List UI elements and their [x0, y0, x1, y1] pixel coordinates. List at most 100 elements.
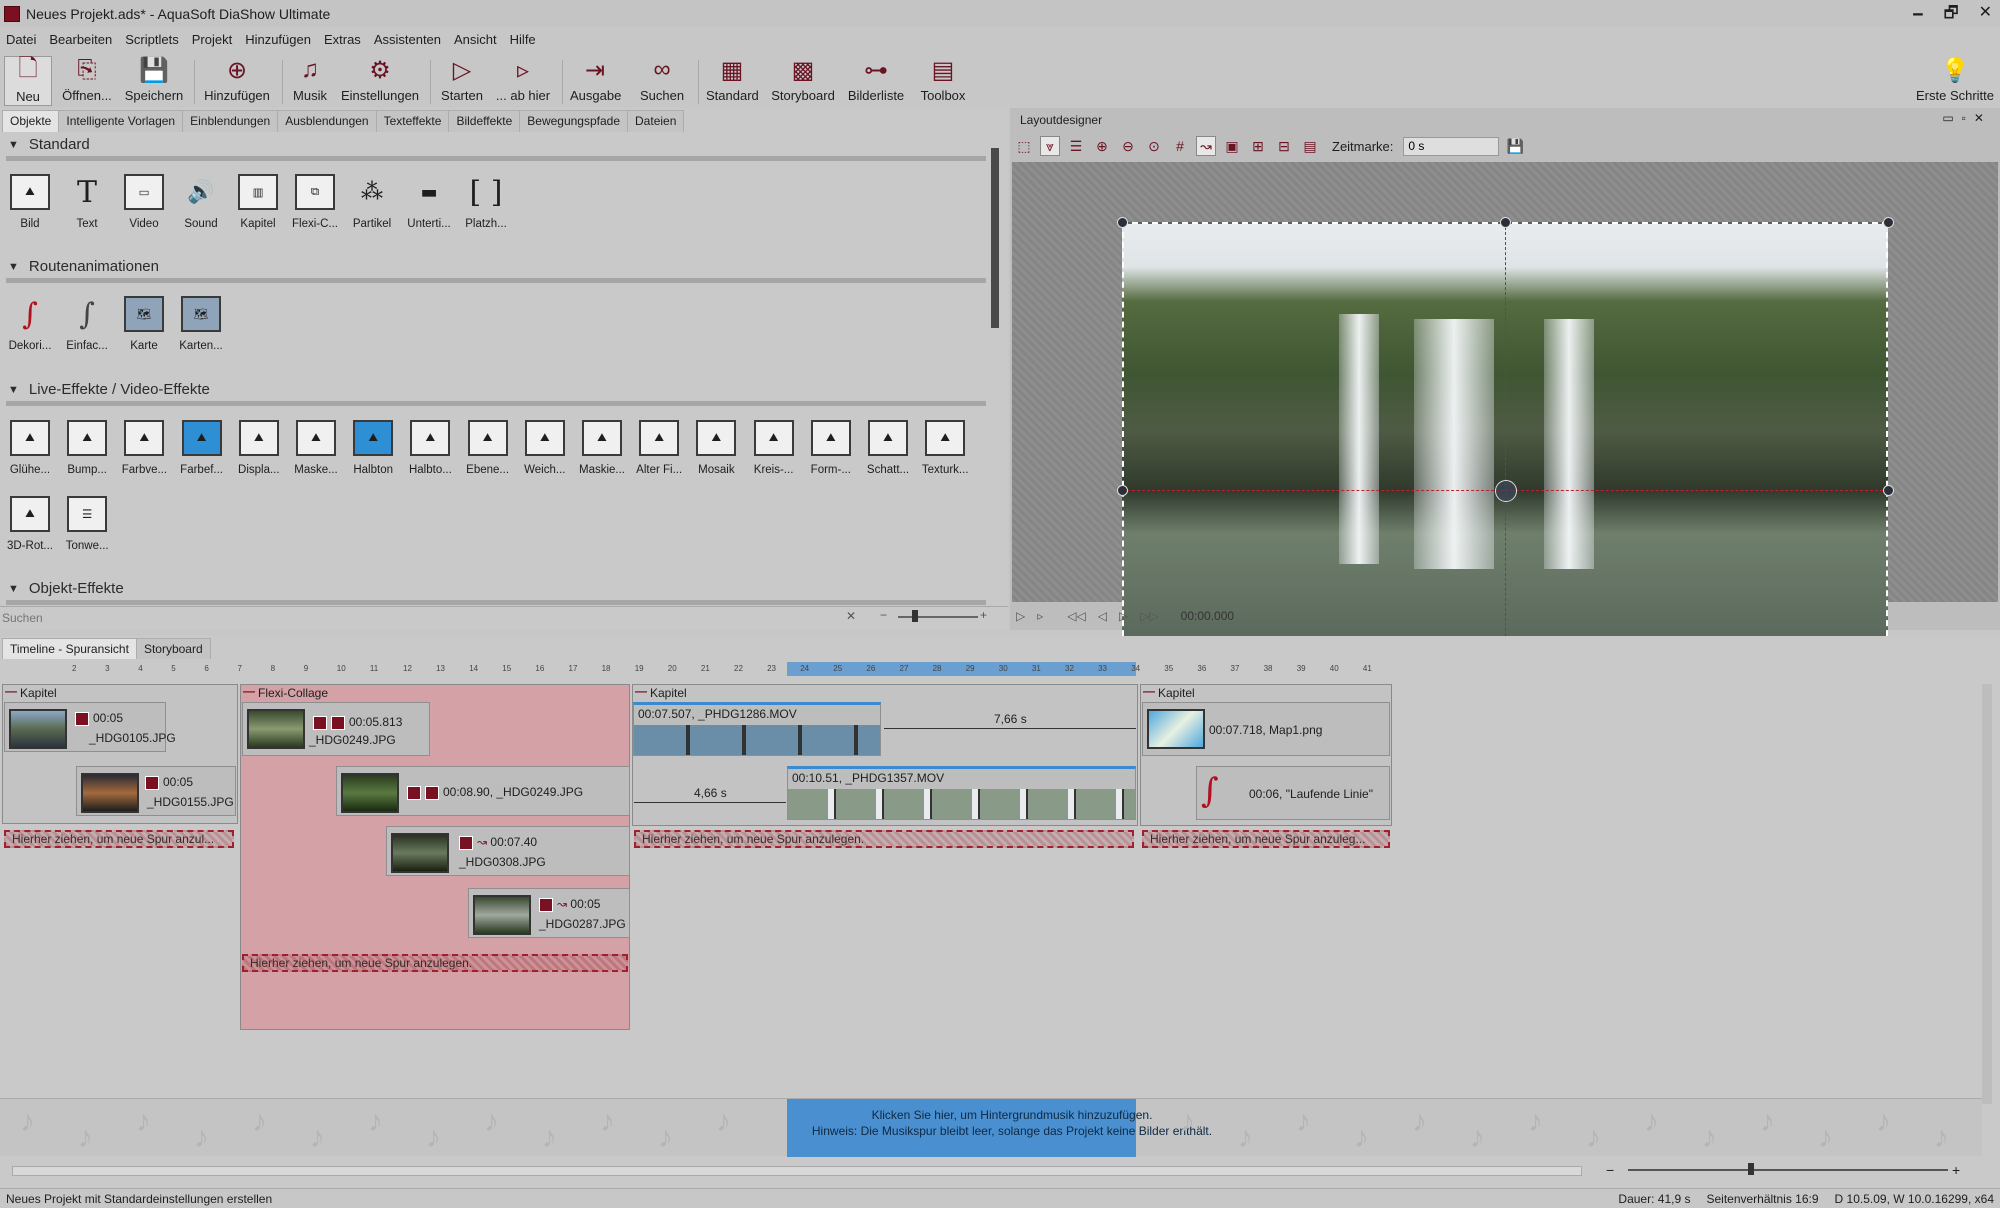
live-effect-item[interactable]: ⛰ Maske...: [288, 420, 344, 476]
new-track-dropzone[interactable]: Hierher ziehen, um neue Spur anzuleg...: [1142, 830, 1390, 848]
menu-hilfe[interactable]: Hilfe: [510, 32, 536, 47]
live-effect-item[interactable]: ☰ Tonwe...: [59, 496, 115, 552]
einstellungen-button[interactable]: ⚙ Einstellungen: [340, 56, 420, 106]
live-effect-item[interactable]: ⛰ Glühe...: [2, 420, 58, 476]
path-tool-icon[interactable]: ↝: [1196, 136, 1216, 156]
timeline-clip[interactable]: ↝ 00:05 _HDG0287.JPG: [468, 888, 630, 938]
timeline-clip[interactable]: 00:05 _HDG0155.JPG: [76, 766, 236, 816]
align-icon[interactable]: ▤: [1300, 136, 1320, 156]
panel-window-controls-icon[interactable]: ▭▫✕: [1942, 111, 1992, 125]
starten-button[interactable]: ▷ Starten: [438, 56, 486, 106]
menu-datei[interactable]: Datei: [6, 32, 36, 47]
live-effect-item[interactable]: ⛰ Halbton: [345, 420, 401, 476]
menu-projekt[interactable]: Projekt: [192, 32, 232, 47]
timeline-zoom-in-icon[interactable]: +: [1952, 1162, 1960, 1178]
tab-storyboard[interactable]: Storyboard: [135, 638, 211, 659]
menu-scriptlets[interactable]: Scriptlets: [125, 32, 178, 47]
chapter-header[interactable]: Kapitel: [632, 684, 687, 700]
hinzufuegen-button[interactable]: ⊕ Hinzufügen: [202, 56, 272, 106]
timeline-clip[interactable]: 00:05.813 _HDG0249.JPG: [242, 702, 430, 756]
zoom-fit-icon[interactable]: ⊙: [1144, 136, 1164, 156]
music-hint[interactable]: Klicken Sie hier, um Hintergrundmusik hi…: [787, 1107, 1237, 1139]
resize-handle[interactable]: [1117, 485, 1128, 496]
play-icon[interactable]: ▷: [1016, 609, 1025, 623]
time-ruler[interactable]: 2 3 4 5 6 7 8 9 10 11 12 13 14 15 16 17 18 19 20 21 22 23 24 25…: [0, 662, 1980, 676]
object-partikel[interactable]: ⁂ Partikel: [344, 174, 400, 231]
section-routen[interactable]: ▼ Routenanimationen: [8, 258, 159, 275]
center-handle[interactable]: [1495, 480, 1517, 502]
tab-bewegungspfade[interactable]: Bewegungspfade: [519, 110, 629, 132]
chapter-header[interactable]: Kapitel: [1140, 684, 1195, 700]
object-platzhalter[interactable]: [ ] Platzh...: [458, 174, 514, 231]
timeline-clip[interactable]: 00:08.90, _HDG0249.JPG: [336, 766, 630, 816]
select-tool-icon[interactable]: ⬚: [1014, 136, 1034, 156]
video-clip[interactable]: 00:07.507, _PHDG1286.MOV: [633, 702, 881, 756]
resize-handle[interactable]: [1117, 217, 1128, 228]
live-effect-item[interactable]: ⛰ Schatt...: [860, 420, 916, 476]
live-effect-item[interactable]: ⛰ Farbve...: [116, 420, 172, 476]
live-effect-item[interactable]: ⛰ Displa...: [231, 420, 287, 476]
oeffnen-button[interactable]: ⎘ Öffnen...: [60, 56, 114, 106]
section-live-effekte[interactable]: ▼ Live-Effekte / Video-Effekte: [8, 381, 210, 398]
clear-search-icon[interactable]: ✕: [846, 609, 856, 623]
live-effect-item[interactable]: ⛰ Alter Fi...: [631, 420, 687, 476]
zoom-in-icon[interactable]: +: [980, 608, 987, 622]
live-effect-item[interactable]: ⛰ Kreis-...: [746, 420, 802, 476]
zoom-in-icon[interactable]: ⊕: [1092, 136, 1112, 156]
ausgabe-button[interactable]: ⇥ Ausgabe: [570, 56, 621, 106]
step-forward-icon[interactable]: ▷: [1119, 609, 1128, 623]
objects-scrollbar[interactable]: [990, 148, 1000, 608]
fast-forward-icon[interactable]: ▷▷: [1140, 609, 1158, 623]
timeline-zoom-out-icon[interactable]: −: [1606, 1162, 1614, 1178]
timeline-clip[interactable]: ∫ 00:06, "Laufende Linie": [1196, 766, 1390, 820]
snap-tool-icon[interactable]: ⩔: [1040, 136, 1060, 156]
camera-icon[interactable]: ▣: [1222, 136, 1242, 156]
zoom-out-icon[interactable]: ⊖: [1118, 136, 1138, 156]
maximize-button[interactable]: 🗗: [1944, 2, 1959, 29]
chapter-header[interactable]: Kapitel: [2, 684, 57, 700]
object-dekoriert[interactable]: ∫ Dekori...: [2, 296, 58, 353]
collage-header[interactable]: Flexi-Collage: [240, 684, 328, 700]
speichern-button[interactable]: 💾 Speichern: [124, 56, 184, 106]
live-effect-item[interactable]: ⛰ Weich...: [517, 420, 573, 476]
tab-einblendungen[interactable]: Einblendungen: [182, 110, 279, 132]
toolbox-view-button[interactable]: ▤ Toolbox: [916, 56, 970, 106]
timeline-clip[interactable]: 00:05 _HDG0105.JPG: [4, 702, 176, 752]
play-from-here-icon[interactable]: ▹: [1037, 609, 1043, 623]
timeline-zoom-slider[interactable]: [1628, 1169, 1948, 1171]
grid-icon[interactable]: #: [1170, 136, 1190, 156]
object-text[interactable]: T Text: [59, 174, 115, 231]
zoom-out-icon[interactable]: −: [880, 608, 887, 622]
musik-button[interactable]: ♫ Musik: [290, 56, 330, 106]
save-keyframe-icon[interactable]: 💾: [1505, 136, 1525, 156]
storyboard-view-button[interactable]: ▩ Storyboard: [770, 56, 836, 106]
standard-view-button[interactable]: ▦ Standard: [706, 56, 759, 106]
menu-assistenten[interactable]: Assistenten: [374, 32, 441, 47]
object-flexi-collage[interactable]: ⧉ Flexi-C...: [287, 174, 343, 230]
abhier-button[interactable]: ▹ ... ab hier: [494, 56, 552, 106]
suchen-button[interactable]: ∞ Suchen: [638, 56, 686, 106]
zeitmarke-input[interactable]: [1403, 136, 1500, 156]
object-sound[interactable]: 🔊 Sound: [173, 174, 229, 231]
step-back-icon[interactable]: ◁: [1098, 609, 1107, 623]
tab-objekte[interactable]: Objekte: [2, 110, 60, 132]
tab-bildeffekte[interactable]: Bildeffekte: [448, 110, 521, 132]
live-effect-item[interactable]: ⛰ 3D-Rot...: [2, 496, 58, 552]
live-effect-item[interactable]: ⛰ Texturk...: [917, 420, 973, 476]
object-einfach[interactable]: ∫ Einfac...: [59, 296, 115, 353]
object-kartenroute[interactable]: 🗺 Karten...: [173, 296, 229, 352]
search-input[interactable]: [2, 609, 860, 626]
section-objekt-effekte[interactable]: ▼ Objekt-Effekte: [8, 580, 124, 597]
object-video[interactable]: ▭ Video: [116, 174, 172, 230]
menu-hinzufuegen[interactable]: Hinzufügen: [245, 32, 311, 47]
resize-handle[interactable]: [1500, 217, 1511, 228]
icon-size-slider[interactable]: [898, 616, 978, 618]
neu-button[interactable]: 🗋 Neu: [4, 55, 52, 106]
remove-keyframe-icon[interactable]: ⊟: [1274, 136, 1294, 156]
section-standard[interactable]: ▼ Standard: [8, 136, 90, 153]
tab-intelligente-vorlagen[interactable]: Intelligente Vorlagen: [58, 110, 184, 132]
tab-dateien[interactable]: Dateien: [627, 110, 685, 132]
timeline-clip[interactable]: ↝ 00:07.40 _HDG0308.JPG: [386, 826, 630, 876]
icon-size-slider-thumb[interactable]: [912, 610, 918, 622]
resize-handle[interactable]: [1883, 485, 1894, 496]
